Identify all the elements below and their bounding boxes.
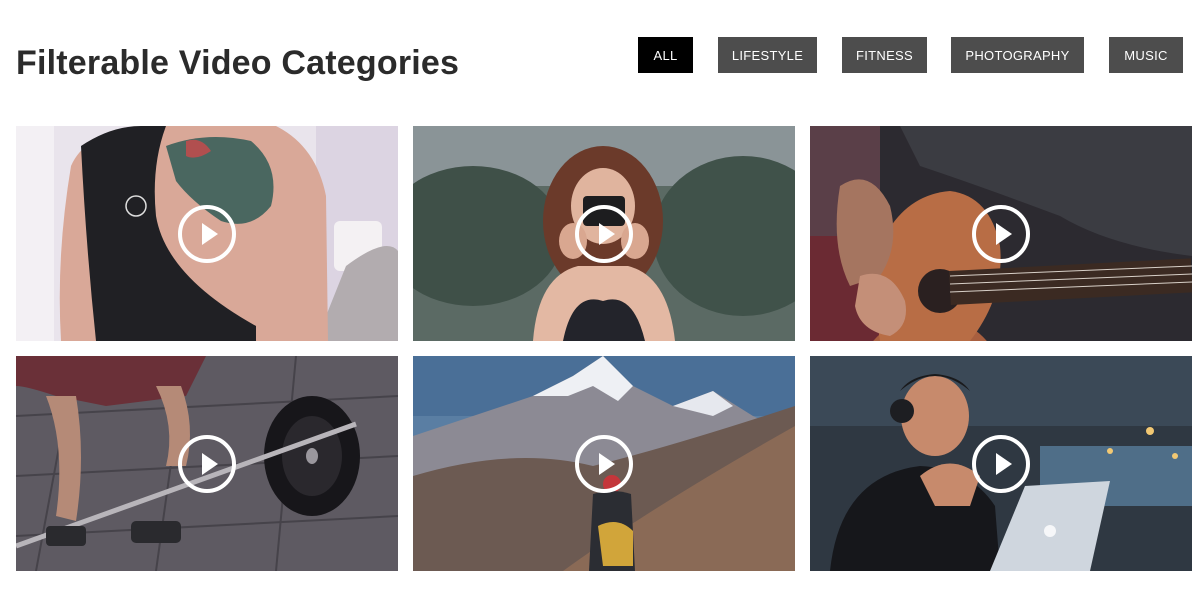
category-filter-bar: ALL LIFESTYLE FITNESS PHOTOGRAPHY MUSIC xyxy=(0,37,1200,73)
filter-music-button[interactable]: MUSIC xyxy=(1109,37,1183,73)
video-tile-music-headphones[interactable] xyxy=(810,356,1192,571)
filter-photography-button[interactable]: PHOTOGRAPHY xyxy=(951,37,1084,73)
video-tile-lifestyle-tattoo[interactable] xyxy=(16,126,398,341)
filter-fitness-button[interactable]: FITNESS xyxy=(842,37,927,73)
filter-lifestyle-button[interactable]: LIFESTYLE xyxy=(718,37,817,73)
play-icon[interactable] xyxy=(178,435,236,493)
video-tile-music-guitar[interactable] xyxy=(810,126,1192,341)
play-icon[interactable] xyxy=(575,205,633,263)
play-icon[interactable] xyxy=(178,205,236,263)
filter-all-button[interactable]: ALL xyxy=(638,37,693,73)
play-icon[interactable] xyxy=(972,205,1030,263)
video-tile-lifestyle-mountain[interactable] xyxy=(413,356,795,571)
play-icon[interactable] xyxy=(972,435,1030,493)
play-icon[interactable] xyxy=(575,435,633,493)
video-tile-fitness-barbell[interactable] xyxy=(16,356,398,571)
video-tile-photography-woman[interactable] xyxy=(413,126,795,341)
